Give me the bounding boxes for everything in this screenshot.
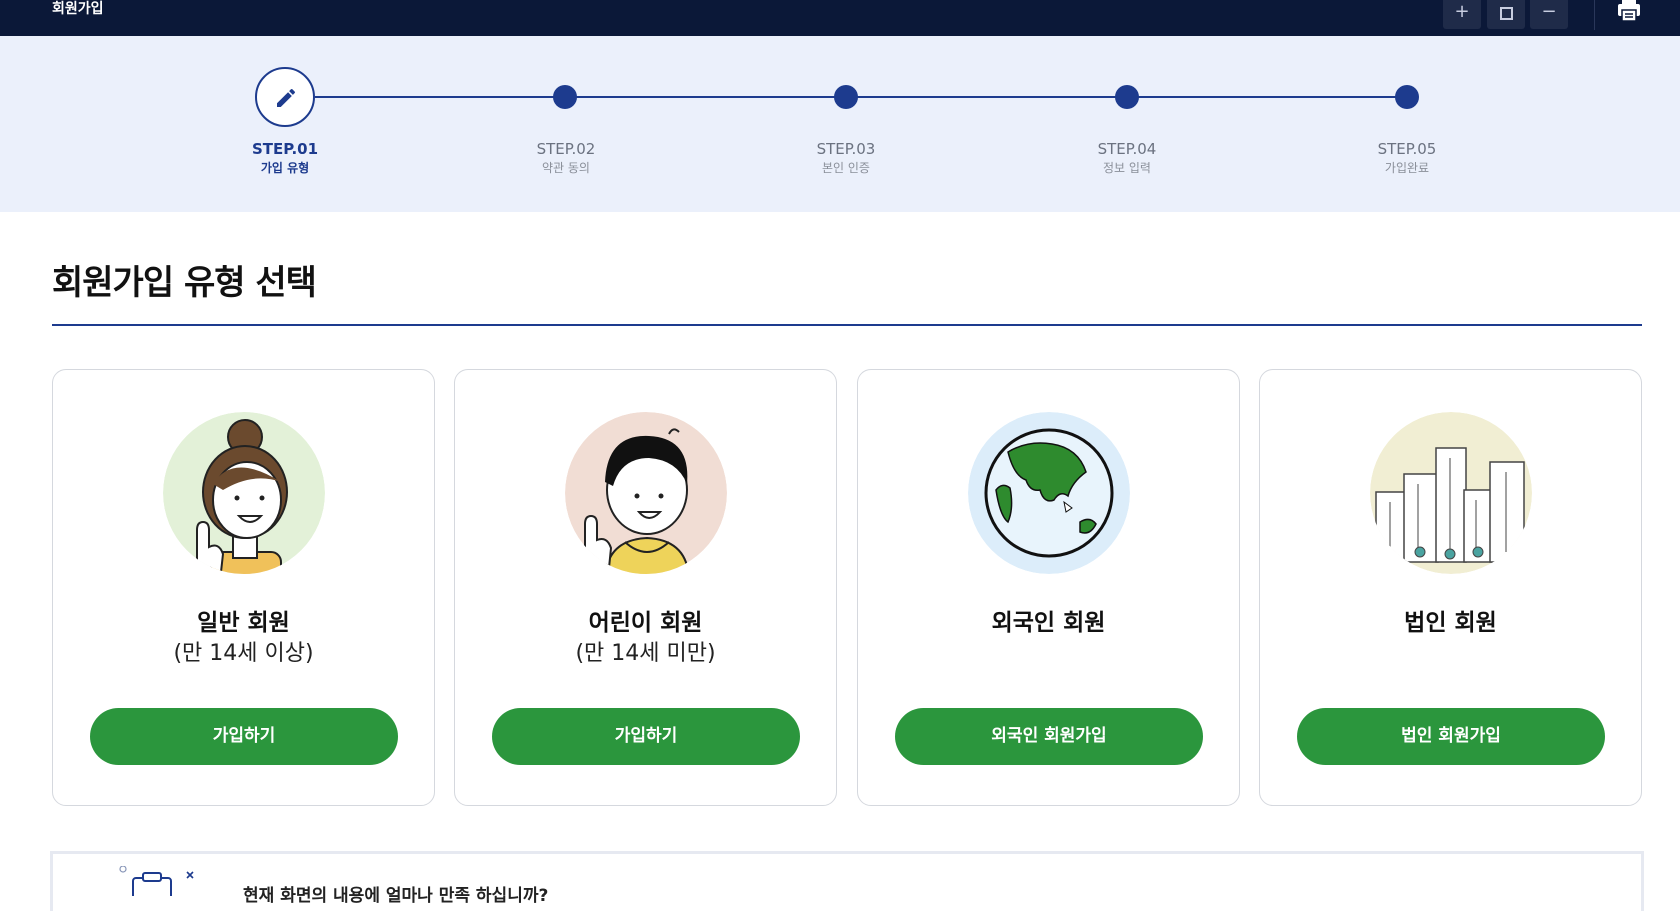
step-02-indicator (553, 85, 577, 109)
step-04-indicator (1115, 85, 1139, 109)
step-02-label: STEP.02 약관 동의 (496, 139, 636, 177)
plus-icon: + (1454, 1, 1470, 22)
join-general-button[interactable]: 가입하기 (90, 708, 398, 765)
step-number: STEP.03 (816, 140, 876, 158)
toolbar-divider (1594, 0, 1595, 30)
step-number: STEP.01 (251, 140, 319, 158)
card-title: 일반 회원 (197, 610, 290, 636)
step-name: 본인 인증 (822, 161, 870, 175)
join-corporate-button[interactable]: 법인 회원가입 (1297, 708, 1605, 765)
step-connector (315, 96, 1407, 98)
signup-stepper: STEP.01 가입 유형 STEP.02 약관 동의 STEP.03 본인 인… (0, 36, 1680, 212)
step-03-indicator (834, 85, 858, 109)
square-icon (1499, 7, 1513, 20)
card-subtitle: (만 14세 이상) (173, 641, 314, 666)
card-child-member: 어린이 회원 (만 14세 미만) 가입하기 (454, 369, 837, 806)
card-corporate-member: 법인 회원 법인 회원가입 (1259, 369, 1642, 806)
clipboard-icon (119, 866, 194, 896)
heading-divider (52, 324, 1642, 326)
satisfaction-survey: 현재 화면의 내용에 얼마나 만족 하십니까? (50, 851, 1644, 911)
step-number: STEP.04 (1097, 140, 1157, 158)
step-05-indicator (1395, 85, 1419, 109)
join-foreign-button[interactable]: 외국인 회원가입 (895, 708, 1203, 765)
step-04-label: STEP.04 정보 입력 (1057, 139, 1197, 177)
step-01-indicator (255, 67, 315, 127)
buildings-icon (1370, 412, 1532, 574)
printer-icon (1618, 0, 1640, 22)
card-title: 외국인 회원 (991, 610, 1106, 636)
page-title: 회원가입 (52, 1, 104, 17)
card-foreign-member: 외국인 회원 외국인 회원가입 (857, 369, 1240, 806)
card-subtitle: (만 14세 미만) (575, 641, 716, 666)
step-name: 가입 유형 (260, 161, 310, 175)
survey-question: 현재 화면의 내용에 얼마나 만족 하십니까? (243, 886, 549, 906)
step-name: 정보 입력 (1103, 161, 1151, 175)
step-01-label: STEP.01 가입 유형 (215, 139, 355, 177)
section-heading: 회원가입 유형 선택 (52, 263, 317, 303)
step-number: STEP.05 (1377, 140, 1437, 158)
zoom-out-button[interactable]: − (1530, 0, 1568, 29)
join-child-button[interactable]: 가입하기 (492, 708, 800, 765)
step-03-label: STEP.03 본인 인증 (776, 139, 916, 177)
minus-icon: − (1541, 1, 1557, 22)
step-name: 가입완료 (1384, 161, 1430, 175)
card-title: 어린이 회원 (588, 610, 703, 636)
step-number: STEP.02 (536, 140, 596, 158)
woman-avatar-icon (163, 412, 325, 574)
card-general-member: 일반 회원 (만 14세 이상) 가입하기 (52, 369, 435, 806)
globe-icon (968, 412, 1130, 574)
pencil-icon (277, 88, 296, 107)
top-bar: 회원가입 + − (0, 0, 1680, 36)
step-name: 약관 동의 (542, 161, 590, 175)
print-button[interactable] (1616, 0, 1642, 22)
fullscreen-button[interactable] (1487, 0, 1525, 29)
step-05-label: STEP.05 가입완료 (1337, 139, 1477, 177)
zoom-in-button[interactable]: + (1443, 0, 1481, 29)
card-title: 법인 회원 (1404, 610, 1497, 636)
child-avatar-icon (565, 412, 727, 574)
